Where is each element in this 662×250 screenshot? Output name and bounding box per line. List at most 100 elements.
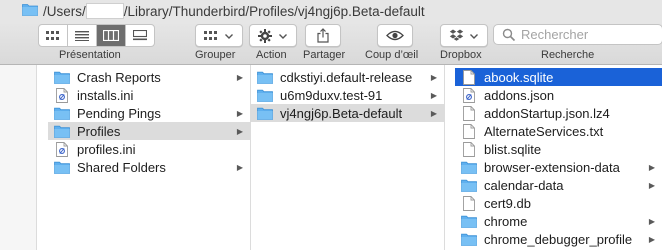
item-label: calendar-data [484, 178, 564, 194]
toolbar: Présentation Grouper Action Partager Cou… [0, 22, 662, 65]
item-label: Pending Pings [77, 105, 161, 121]
item-label: cdkstiyi.default-release [280, 69, 413, 85]
chevron-right-icon: ▶ [430, 72, 438, 82]
list-item[interactable]: addonStartup.json.lz4 [455, 104, 662, 122]
folder-icon [54, 105, 70, 121]
group-button[interactable] [195, 24, 243, 47]
list-item[interactable]: abook.sqlite [455, 68, 662, 86]
document-icon [54, 87, 70, 103]
chevron-right-icon: ▶ [648, 163, 656, 172]
item-label: browser-extension-data [484, 160, 620, 175]
item-label: Shared Folders [77, 160, 166, 175]
item-label: addons.json [484, 87, 555, 103]
action-label: Action [256, 49, 287, 61]
list-item[interactable]: blist.sqlite [455, 140, 662, 158]
search-icon [502, 28, 516, 41]
item-label: abook.sqlite [484, 69, 554, 85]
folder-icon [54, 123, 70, 139]
document-icon [461, 87, 477, 103]
folder-icon [54, 160, 70, 176]
folder-icon [461, 214, 477, 230]
list-icon [75, 30, 89, 41]
chevron-down-icon [470, 33, 478, 39]
item-label: addonStartup.json.lz4 [484, 105, 610, 121]
quick-look-label: Coup d’œil [365, 49, 419, 61]
list-item[interactable]: Shared Folders ▶ [48, 159, 250, 177]
item-label: installs.ini [77, 87, 134, 103]
chevron-right-icon: ▶ [236, 72, 244, 82]
list-item[interactable]: vj4ngj6p.Beta-default ▶ [251, 104, 444, 123]
chevron-right-icon: ▶ [648, 181, 656, 191]
action-button[interactable] [249, 24, 297, 47]
share-button[interactable] [305, 24, 341, 47]
quick-look-button[interactable] [377, 24, 413, 47]
list-item[interactable]: cdkstiyi.default-release ▶ [251, 68, 444, 86]
list-item[interactable]: calendar-data ▶ [455, 177, 662, 195]
file-icon [461, 123, 477, 139]
chevron-right-icon: ▶ [236, 163, 244, 172]
file-icon [461, 141, 477, 157]
chevron-down-icon [225, 33, 233, 39]
column-1: Crash Reports ▶ installs.ini Pending Pings ▶… [36, 65, 251, 250]
item-label: Crash Reports [77, 69, 161, 85]
item-label: chrome [484, 214, 528, 230]
share-icon [317, 28, 329, 43]
list-item[interactable]: chrome ▶ [455, 213, 662, 231]
list-item[interactable]: browser-extension-data ▶ [455, 159, 662, 177]
folder-icon [22, 3, 38, 19]
column-2: cdkstiyi.default-release ▶ u6m9duxv.test-9… [251, 65, 445, 250]
group-label: Grouper [195, 49, 236, 61]
item-label: u6m9duxv.test-91 [280, 87, 383, 103]
document-icon [54, 141, 70, 157]
item-label: vj4ngj6p.Beta-default [280, 105, 403, 121]
item-label: Profiles [77, 123, 121, 139]
chevron-right-icon: ▶ [648, 235, 656, 245]
column-view-button[interactable] [97, 25, 126, 46]
list-item[interactable]: installs.ini [48, 86, 250, 104]
chevron-right-icon: ▶ [236, 108, 244, 118]
file-icon [461, 105, 477, 121]
folder-icon [257, 87, 273, 103]
folder-icon [257, 105, 273, 121]
title-bar: /Users/ /Library/Thunderbird/Profiles/vj… [0, 0, 662, 22]
list-item[interactable]: Profiles ▶ [48, 122, 250, 141]
folder-icon [54, 69, 70, 85]
path-prefix: /Users/ [43, 3, 86, 19]
dropbox-button[interactable] [440, 24, 488, 47]
eye-icon [386, 30, 404, 41]
list-item[interactable]: chrome_debugger_profile ▶ [455, 231, 662, 249]
columns-icon [103, 30, 119, 41]
chevron-right-icon: ▶ [430, 90, 438, 100]
gallery-view-button[interactable] [126, 25, 154, 46]
item-label: profiles.ini [77, 141, 136, 157]
file-icon [461, 196, 477, 212]
folder-icon [461, 160, 477, 176]
dropbox-icon [449, 29, 464, 41]
item-label: cert9.db [484, 196, 531, 212]
gallery-icon [133, 30, 147, 41]
list-item[interactable]: Pending Pings ▶ [48, 104, 250, 122]
icon-view-button[interactable] [39, 25, 68, 46]
search-placeholder: Rechercher [521, 27, 589, 42]
list-item[interactable]: Crash Reports ▶ [48, 68, 250, 86]
presentation-label: Présentation [59, 49, 121, 61]
item-label: chrome_debugger_profile [484, 232, 633, 248]
list-item[interactable]: cert9.db [455, 195, 662, 213]
chevron-right-icon: ▶ [648, 217, 656, 227]
chevron-right-icon: ▶ [236, 126, 244, 136]
search-field[interactable]: Rechercher [493, 24, 662, 45]
list-item[interactable]: u6m9duxv.test-91 ▶ [251, 86, 444, 104]
folder-icon [257, 69, 273, 85]
search-label: Recherche [541, 49, 595, 61]
list-view-button[interactable] [68, 25, 97, 46]
item-label: AlternateServices.txt [484, 123, 604, 139]
list-item[interactable]: AlternateServices.txt [455, 122, 662, 140]
gear-icon [258, 28, 272, 43]
group-grid-icon [204, 30, 217, 40]
file-icon [461, 69, 477, 85]
list-item[interactable]: profiles.ini [48, 140, 250, 158]
item-label: blist.sqlite [484, 141, 542, 157]
folder-icon [461, 232, 477, 248]
chevron-down-icon [279, 33, 287, 39]
list-item[interactable]: addons.json [455, 86, 662, 104]
